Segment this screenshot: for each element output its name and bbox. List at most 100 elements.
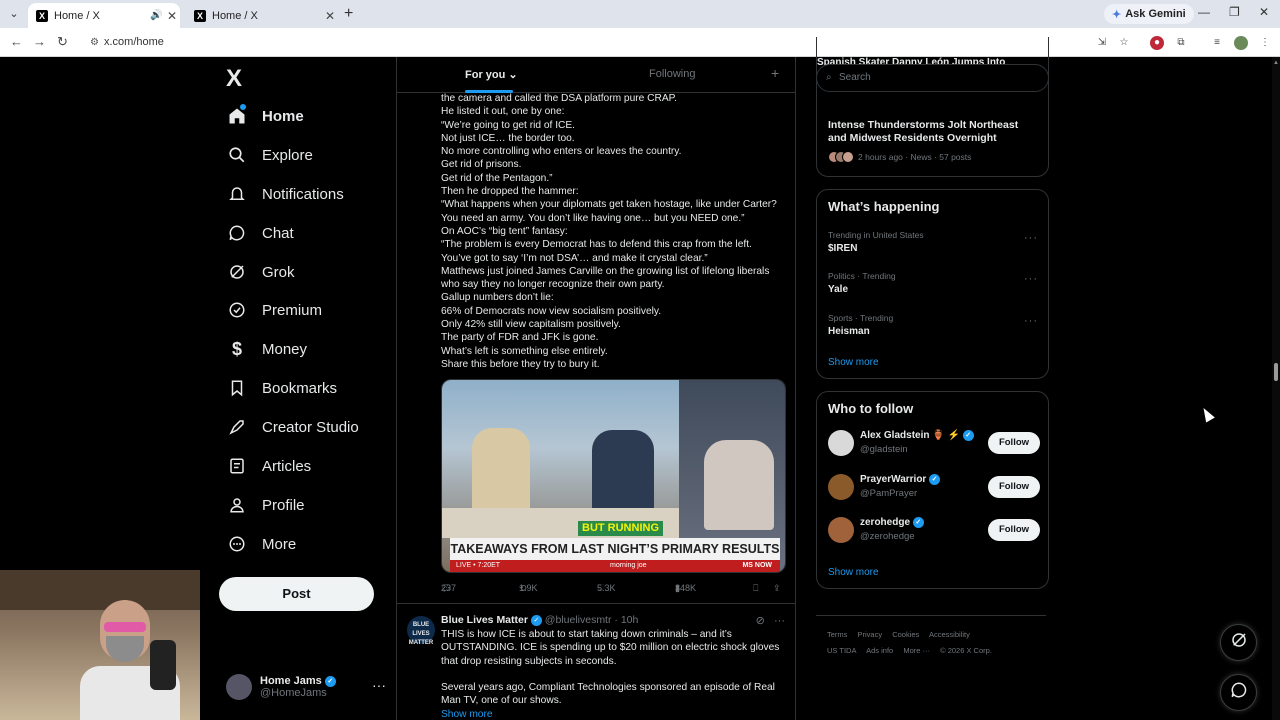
show-name: morning joe <box>610 562 647 569</box>
chat-floating-button[interactable] <box>1220 674 1257 711</box>
footer-link-cookies[interactable]: Cookies <box>892 630 919 639</box>
rocket-icon <box>226 416 248 438</box>
trend-item[interactable]: Sports · Trending Heisman ··· <box>828 313 1038 337</box>
tab-for-you[interactable]: For you ⌄ <box>465 68 518 81</box>
nav-label: Home <box>262 107 304 125</box>
trend-name: Yale <box>828 284 849 295</box>
x-logo-icon[interactable]: X <box>226 65 242 93</box>
grok-floating-button[interactable] <box>1220 624 1257 661</box>
footer-link-ads-info[interactable]: Ads info <box>866 646 893 655</box>
browser-tab-active[interactable]: X Home / X 🔊 ✕ <box>28 3 180 28</box>
grok-icon[interactable]: ⊘ <box>756 615 765 627</box>
nav-more[interactable]: More <box>226 526 296 562</box>
footer-link-accessibility[interactable]: Accessibility <box>929 630 970 639</box>
left-navigation: X Home Explore Notifications Chat Grok P… <box>218 57 396 720</box>
show-more-link[interactable]: Show more <box>828 357 879 368</box>
minimize-icon[interactable]: — <box>1198 5 1210 19</box>
more-options-icon[interactable]: ··· <box>774 615 785 627</box>
browser-menu-icon[interactable]: ⋮ <box>1258 36 1272 50</box>
nav-label: Profile <box>262 496 305 514</box>
follow-suggestion[interactable]: Alex Gladstein 🏺 ⚡ ✓ @gladstein Follow <box>828 428 1040 460</box>
news-headline[interactable]: Intense Thunderstorms Jolt Northeast and… <box>828 119 1038 145</box>
footer-link-more[interactable]: More ··· <box>903 646 930 655</box>
nav-chat[interactable]: Chat <box>226 215 294 251</box>
new-tab-button[interactable]: + <box>344 5 353 23</box>
restore-icon[interactable]: ❐ <box>1229 5 1240 19</box>
follow-button[interactable]: Follow <box>988 476 1040 498</box>
follow-suggestion[interactable]: zerohedge ✓ @zerohedge Follow <box>828 515 1040 547</box>
trend-context: Politics · Trending <box>828 271 896 281</box>
nav-money[interactable]: $ Money <box>226 331 307 367</box>
avatar <box>226 674 252 700</box>
author-name[interactable]: Blue Lives Matter <box>441 614 528 626</box>
nav-articles[interactable]: Articles <box>226 448 311 484</box>
follow-button[interactable]: Follow <box>988 432 1040 454</box>
profile-avatar-icon[interactable] <box>1234 36 1248 50</box>
nav-premium[interactable]: Premium <box>226 292 322 328</box>
site-info-icon[interactable]: ⚙ <box>90 32 99 53</box>
nav-bookmarks[interactable]: Bookmarks <box>226 370 337 406</box>
scroll-up-icon[interactable]: ▲ <box>1273 60 1279 66</box>
search-input[interactable]: ⌕ Search <box>816 64 1049 92</box>
nav-label: Premium <box>262 301 323 319</box>
tweet-line: Get rid of prisons. <box>441 159 522 171</box>
close-tab-icon[interactable]: ✕ <box>322 9 338 23</box>
more-options-icon[interactable]: ··· <box>1024 232 1038 244</box>
footer-link-privacy[interactable]: Privacy <box>858 630 883 639</box>
close-window-icon[interactable]: ✕ <box>1259 5 1269 19</box>
back-icon[interactable]: ← <box>10 34 23 49</box>
post-button[interactable]: Post <box>219 577 374 611</box>
nav-notifications[interactable]: Notifications <box>226 176 344 212</box>
bookmark-star-icon[interactable]: ☆ <box>1117 36 1131 50</box>
scrollbar-thumb[interactable] <box>1274 363 1278 381</box>
more-options-icon[interactable]: ··· <box>1024 273 1038 285</box>
trend-item[interactable]: Politics · Trending Yale ··· <box>828 271 1038 295</box>
chat-icon <box>226 222 248 244</box>
address-bar: ← → ↻ ⚙ x.com/home ⇲ ☆ ● ⧉ ≡ ⋮ <box>0 28 1280 57</box>
install-app-icon[interactable]: ⇲ <box>1095 36 1109 50</box>
account-handle: @HomeJams <box>260 687 327 699</box>
adblock-extension-icon[interactable]: ● <box>1150 36 1164 50</box>
show-more-link[interactable]: Show more <box>441 708 787 720</box>
tweet-line: “The problem is every Democrat has to de… <box>441 239 752 251</box>
tweet-body: the camera and called the DSA platform p… <box>441 92 787 371</box>
show-more-link[interactable]: Show more <box>828 567 879 578</box>
follow-suggestion[interactable]: PrayerWarrior ✓ @PamPrayer Follow <box>828 472 1040 504</box>
tweet-video[interactable]: BUT RUNNING TAKEAWAYS FROM LAST NIGHT’S … <box>441 379 786 573</box>
notification-dot <box>240 104 246 110</box>
tweet[interactable]: BLUE LIVES MATTER Blue Lives Matter ✓ @b… <box>397 603 795 720</box>
add-feed-icon[interactable]: + <box>771 65 779 81</box>
footer-link-tida[interactable]: US TIDA <box>827 646 856 655</box>
nav-profile[interactable]: Profile <box>226 487 305 523</box>
speaker-icon[interactable]: 🔊 <box>150 10 164 21</box>
footer-link-terms[interactable]: Terms <box>827 630 847 639</box>
nav-home[interactable]: Home <box>226 98 304 134</box>
browser-tab[interactable]: X Home / X ✕ <box>186 3 338 28</box>
search-icon <box>226 144 248 166</box>
close-tab-icon[interactable]: ✕ <box>164 9 180 23</box>
nav-creator-studio[interactable]: Creator Studio <box>226 409 359 445</box>
trend-item[interactable]: Trending in United States $IREN ··· <box>828 230 1038 254</box>
reload-icon[interactable]: ↻ <box>57 34 68 50</box>
tab-following[interactable]: Following <box>649 68 695 80</box>
nav-label: Creator Studio <box>262 418 359 436</box>
extensions-icon[interactable]: ⧉ <box>1174 36 1188 50</box>
tweet-line: Get rid of the Pentagon.” <box>441 172 553 184</box>
nav-explore[interactable]: Explore <box>226 137 313 173</box>
tweet-line: who say they no longer recognize their o… <box>441 279 665 291</box>
more-options-icon[interactable]: ··· <box>372 677 386 693</box>
tab-list-chevron-icon[interactable]: ⌄ <box>5 5 23 23</box>
nav-label: More <box>262 535 297 553</box>
avatar[interactable]: BLUE LIVES MATTER <box>407 616 435 646</box>
forward-icon[interactable]: → <box>33 34 46 49</box>
grok-icon <box>226 261 248 283</box>
media-controls-icon[interactable]: ≡ <box>1210 36 1224 50</box>
nav-grok[interactable]: Grok <box>226 254 295 290</box>
ask-gemini-button[interactable]: ✦ Ask Gemini <box>1104 4 1194 24</box>
more-options-icon[interactable]: ··· <box>1024 315 1038 327</box>
page-scrollbar[interactable]: ▲ <box>1272 57 1280 720</box>
tweet-line <box>441 668 787 681</box>
account-switcher[interactable]: Home Jams ✓ @HomeJams ··· <box>226 667 396 707</box>
search-icon: ⌕ <box>826 72 832 83</box>
follow-button[interactable]: Follow <box>988 519 1040 541</box>
